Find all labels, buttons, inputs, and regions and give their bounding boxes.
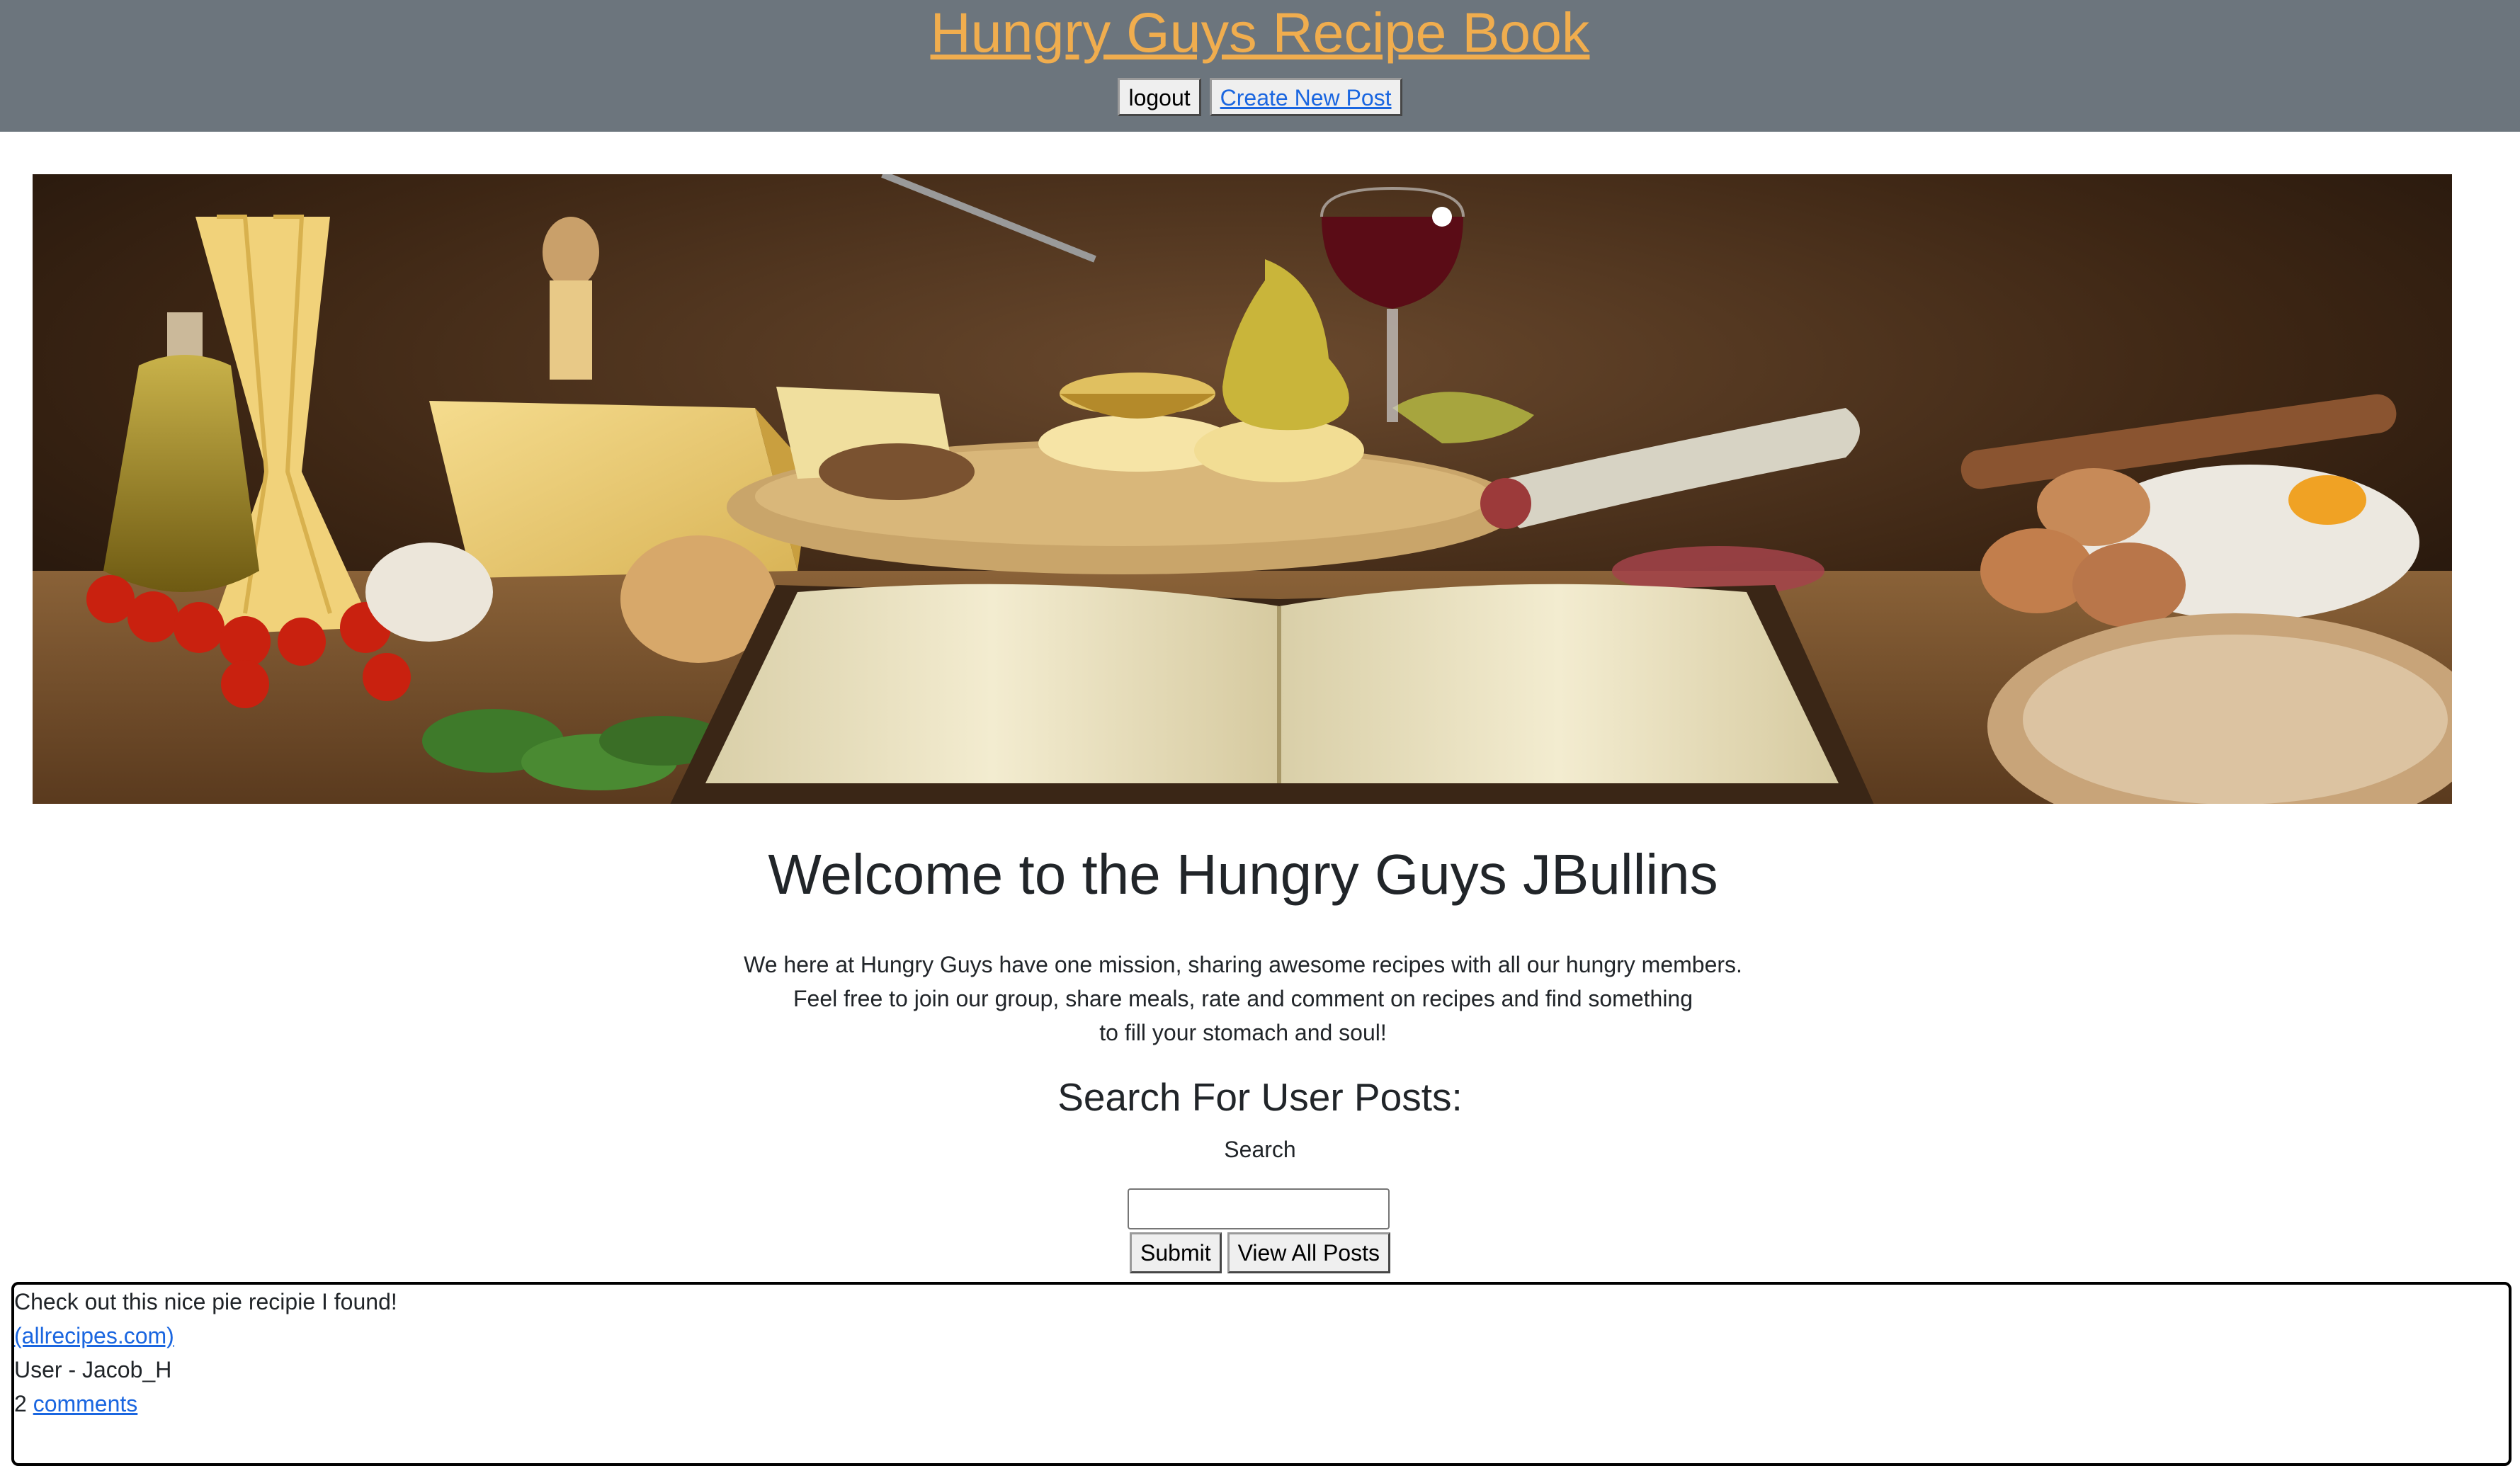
submit-button[interactable]: Submit: [1130, 1232, 1222, 1273]
comment-count: 2: [14, 1391, 27, 1416]
open-book: [670, 584, 1874, 804]
create-post-button[interactable]: Create New Post: [1209, 78, 1402, 116]
post-user: User - Jacob_H: [14, 1357, 172, 1382]
header-buttons: logout Create New Post: [0, 78, 2520, 116]
mission-line: to fill your stomach and soul!: [1099, 1020, 1387, 1045]
post-card: Check out this nice pie recipie I found!…: [11, 1282, 2512, 1466]
site-header: Hungry Guys Recipe Book logout Create Ne…: [0, 0, 2520, 132]
post-source-link[interactable]: (allrecipes.com): [14, 1323, 174, 1348]
logout-button[interactable]: logout: [1118, 78, 1201, 116]
recipe-banner-image: [33, 174, 2452, 804]
post-text: Check out this nice pie recipie I found!: [14, 1289, 397, 1314]
mission-line: We here at Hungry Guys have one mission,…: [744, 952, 1742, 977]
welcome-heading: Welcome to the Hungry Guys JBullins: [768, 843, 1718, 906]
search-input[interactable]: [1128, 1188, 1390, 1229]
search-buttons: Submit View All Posts: [0, 1232, 2520, 1273]
view-all-posts-button[interactable]: View All Posts: [1227, 1232, 1390, 1273]
post-comments-row: 2 comments: [14, 1387, 2509, 1421]
search-heading: Search For User Posts:: [1057, 1075, 1463, 1119]
create-post-link[interactable]: Create New Post: [1220, 85, 1392, 110]
search-label: Search: [1224, 1137, 1296, 1162]
comments-link[interactable]: comments: [33, 1391, 138, 1416]
mission-statement: We here at Hungry Guys have one mission,…: [0, 948, 2486, 1050]
site-title-link[interactable]: Hungry Guys Recipe Book: [0, 0, 2520, 65]
mission-line: Feel free to join our group, share meals…: [793, 986, 1693, 1011]
